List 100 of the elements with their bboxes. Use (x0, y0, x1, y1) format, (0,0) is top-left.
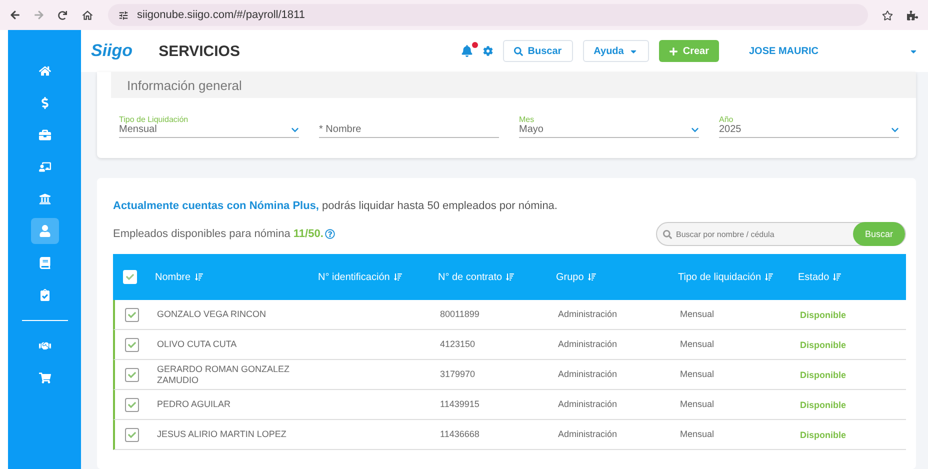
table-cell-text: OLIVO CUTA CUTA (156, 339, 238, 350)
home-icon[interactable] (81, 8, 94, 22)
status-text: Disponible (799, 310, 848, 320)
user-name[interactable]: JOSE MAURIC (749, 46, 899, 56)
star-icon[interactable] (882, 10, 893, 20)
check-icon (126, 273, 134, 281)
status-text: Disponible (799, 430, 848, 440)
select-field[interactable]: Año 2025 (719, 106, 899, 138)
table-cell-text: 3179970 (439, 369, 476, 380)
table-cell-text: Mensual (679, 399, 716, 410)
settings-icon[interactable] (482, 46, 493, 56)
check-icon (128, 400, 136, 408)
table-cell-text: 80011899 (439, 309, 480, 320)
sort-icon (394, 273, 402, 281)
section-title: Información general (127, 78, 242, 92)
back-icon[interactable] (10, 10, 20, 20)
check-icon (128, 430, 136, 438)
table-cell-text: JESUS ALIRIO MARTIN LOPEZ (156, 429, 288, 440)
status-text: Disponible (799, 400, 848, 410)
sort-icon (765, 273, 774, 281)
table-cell-text: GONZALO VEGA RINCON (156, 309, 268, 320)
field-label: Mes (519, 115, 536, 124)
checkbox[interactable] (125, 368, 139, 382)
column-title: Tipo de liquidación (678, 272, 762, 282)
chevron-down-icon (291, 126, 299, 134)
help-button[interactable]: Ayuda (582, 40, 649, 62)
field-value: Mayo (519, 124, 544, 135)
chevron-down-icon (891, 126, 899, 134)
column-title: Nombre (155, 272, 191, 282)
check-icon (128, 370, 136, 378)
search-icon (514, 46, 523, 56)
table-row[interactable]: PEDRO AGUILAR 11439915 Administración Mensual Disponible (113, 390, 906, 420)
column-title: N° de contrato (438, 272, 502, 282)
plus-icon (668, 46, 678, 56)
checkbox[interactable] (125, 428, 139, 442)
field-value: 2025 (719, 124, 742, 135)
checkbox[interactable] (125, 308, 139, 322)
column-title: Estado (798, 272, 830, 282)
handshake-icon (38, 340, 50, 352)
table-cell-text: 11436668 (439, 429, 480, 440)
available-text: Empleados disponibles para nómina 11/50. (113, 228, 324, 240)
table-cell-text: Administración (557, 339, 618, 350)
home-icon (38, 65, 50, 77)
site-settings-icon[interactable] (118, 10, 129, 20)
board-icon (38, 161, 50, 173)
status-text: Disponible (799, 370, 848, 380)
address-bar[interactable]: siigonube.siigo.com/#/payroll/1811 (108, 4, 868, 26)
field-placeholder: * Nombre (319, 124, 362, 135)
field-label: Año (719, 115, 734, 124)
input-field[interactable]: * Nombre (319, 106, 499, 138)
check-icon (128, 340, 136, 348)
field-value: Mensual (119, 124, 157, 135)
puzzle-icon[interactable] (907, 10, 918, 20)
bank-icon (38, 193, 50, 205)
select-field[interactable]: Mes Mayo (519, 106, 699, 138)
sort-icon (833, 273, 842, 281)
search-button[interactable]: Buscar (502, 40, 573, 62)
table-cell-text: 4123150 (439, 339, 476, 350)
table-cell-text: Administración (557, 369, 618, 380)
cart-icon (38, 372, 50, 384)
search-icon (663, 230, 672, 238)
help-icon[interactable] (325, 229, 336, 239)
table-row[interactable]: GERARDO ROMAN GONZALEZ ZAMUDIO 3179970 Administración Mensual Disponible (113, 360, 906, 390)
check-icon (128, 310, 136, 318)
column-title: Grupo (556, 272, 584, 282)
table-row[interactable]: JESUS ALIRIO MARTIN LOPEZ 11436668 Administración Mensual Disponible (113, 420, 906, 450)
plan-notice: Actualmente cuentas con Nómina Plus, podrás liquidar hasta 50 empleados por nómina. (113, 200, 558, 212)
table-cell-text: Administración (557, 399, 618, 410)
chevron-down-icon (691, 126, 699, 134)
bell-icon[interactable] (460, 45, 473, 57)
table-cell-text: PEDRO AGUILAR (156, 399, 232, 410)
sort-icon (588, 273, 596, 281)
table-cell-text: Mensual (679, 369, 716, 380)
reload-icon[interactable] (58, 10, 67, 20)
user-icon (38, 225, 50, 237)
table-cell-text: 11439915 (439, 399, 480, 410)
sidebar-item[interactable] (30, 218, 58, 244)
table-cell-text: Administración (557, 429, 618, 440)
select-field[interactable]: Tipo de Liquidación Mensual (119, 106, 299, 138)
checkbox[interactable] (125, 398, 139, 412)
sort-icon (194, 273, 203, 281)
status-text: Disponible (799, 340, 848, 350)
checkbox[interactable] (125, 338, 139, 352)
dollar-icon (38, 97, 50, 109)
book-icon (38, 257, 50, 269)
table-cell-text: Mensual (679, 339, 716, 350)
forward-icon[interactable] (34, 10, 44, 20)
table-cell-text: GERARDO ROMAN GONZALEZ ZAMUDIO (156, 364, 291, 386)
table-cell-text: Mensual (679, 309, 716, 320)
sort-icon (506, 273, 514, 281)
page-title: SERVICIOS (158, 42, 241, 60)
field-label: Tipo de Liquidación (119, 115, 190, 124)
table-cell-text: Administración (557, 309, 618, 320)
logo[interactable]: Siigo (91, 41, 133, 61)
table-row[interactable]: OLIVO CUTA CUTA 4123150 Administración Mensual Disponible (113, 330, 906, 360)
column-title: N° identificación (318, 272, 390, 282)
clipboard-check-icon (38, 289, 50, 301)
table-cell-text: Mensual (679, 429, 716, 440)
table-row[interactable]: GONZALO VEGA RINCON 80011899 Administración Mensual Disponible (113, 300, 906, 330)
url-text: siigonube.siigo.com/#/payroll/1811 (137, 9, 305, 21)
